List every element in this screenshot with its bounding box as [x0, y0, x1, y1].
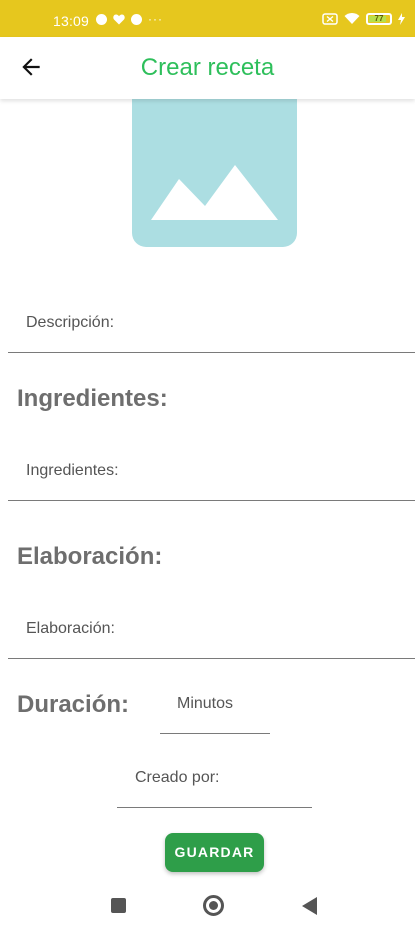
minutes-underline — [160, 733, 270, 734]
elaboration-underline — [8, 658, 415, 659]
minutes-field[interactable]: Minutos — [177, 695, 233, 713]
battery-icon: 77 — [366, 12, 392, 25]
created-by-field[interactable]: Creado por: — [135, 769, 220, 787]
created-by-underline — [117, 807, 312, 808]
description-field[interactable]: Descripción: — [26, 314, 114, 332]
description-underline — [8, 352, 415, 353]
notification-icon — [131, 13, 142, 25]
save-button[interactable]: GUARDAR — [165, 833, 264, 872]
charging-icon — [398, 12, 405, 25]
status-bar: 13:09 ··· 77 — [0, 0, 415, 37]
elaboration-field[interactable]: Elaboración: — [26, 620, 115, 638]
system-nav-bar — [0, 885, 415, 929]
no-sim-icon — [322, 12, 338, 25]
ingredients-underline — [8, 500, 415, 501]
recipe-image-picker[interactable] — [132, 99, 297, 247]
duration-title: Duración: — [17, 691, 130, 718]
page-title: Crear receta — [140, 54, 275, 81]
app-bar: Crear receta — [0, 37, 415, 99]
ingredients-field[interactable]: Ingredientes: — [26, 462, 119, 480]
back-icon[interactable] — [302, 897, 317, 915]
ingredients-title: Ingredientes: — [17, 385, 168, 412]
heart-icon — [113, 14, 125, 24]
image-placeholder-icon — [151, 165, 278, 220]
recents-icon[interactable] — [111, 898, 126, 913]
status-icons-right: 77 — [322, 12, 405, 25]
status-icons-left: ··· — [96, 12, 163, 26]
notification-icon — [96, 13, 107, 25]
elaboration-title: Elaboración: — [17, 543, 163, 570]
wifi-icon — [344, 13, 360, 24]
status-time: 13:09 — [53, 13, 90, 29]
more-notifications-icon: ··· — [148, 12, 163, 26]
home-icon[interactable] — [203, 895, 224, 916]
battery-level: 77 — [374, 13, 384, 23]
